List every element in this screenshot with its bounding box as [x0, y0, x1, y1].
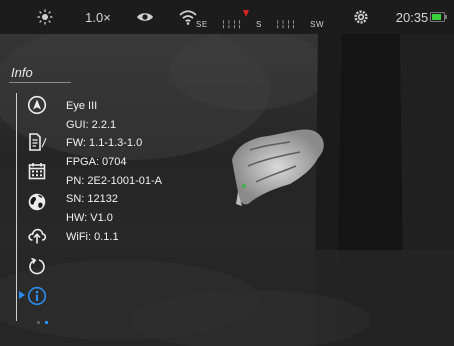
menu-item-compass[interactable] — [27, 95, 47, 115]
menu-item-calibration[interactable] — [27, 132, 47, 152]
thermal-viewfinder-screen: 1.0× SE ╎╎╎╎ S ╎╎╎╎ SW 20:35 Info Eye II… — [0, 0, 454, 346]
info-line-fpga: FPGA: 0704 — [66, 156, 127, 169]
display-mode-button[interactable] — [134, 0, 156, 34]
battery-tip — [445, 15, 447, 19]
globe-icon — [28, 193, 46, 211]
title-divider — [9, 82, 71, 83]
compass-label-sw: SW — [310, 19, 324, 29]
info-icon — [27, 286, 47, 306]
status-bar: 1.0× SE ╎╎╎╎ S ╎╎╎╎ SW 20:35 — [0, 0, 454, 34]
menu-item-info[interactable] — [27, 286, 47, 306]
info-line-part-number: PN: 2E2-1001-01-A — [66, 174, 162, 187]
menu-selection-pointer — [19, 291, 25, 299]
settings-button[interactable] — [351, 0, 371, 34]
page-indicator — [37, 321, 51, 325]
gear-icon — [354, 10, 368, 24]
device-info-list: Eye III GUI: 2.2.1 FW: 1.1-1.3-1.0 FPGA:… — [66, 97, 162, 247]
reset-icon — [29, 257, 45, 275]
compass-label-se: SE — [196, 19, 208, 29]
menu-item-update[interactable] — [27, 225, 47, 245]
compass-label-s: S — [255, 19, 262, 29]
clock-time: 20:35 — [395, 9, 429, 25]
calibration-icon — [29, 133, 47, 151]
menu-item-language[interactable] — [27, 192, 47, 212]
zoom-level[interactable]: 1.0× — [80, 0, 116, 34]
compass-icon — [27, 95, 47, 115]
compass-strip: SE ╎╎╎╎ S ╎╎╎╎ SW — [196, 10, 324, 32]
brightness-button[interactable] — [34, 0, 56, 34]
info-line-gui-version: GUI: 2.2.1 — [66, 118, 117, 131]
battery-indicator — [430, 12, 445, 22]
menu-item-reset[interactable] — [27, 256, 47, 276]
sun-icon — [37, 9, 53, 25]
menu-rail — [16, 93, 17, 321]
info-line-serial-number: SN: 12132 — [66, 193, 118, 206]
menu-item-date[interactable] — [27, 161, 47, 181]
page-dot — [37, 321, 40, 324]
info-line-model: Eye III — [66, 100, 98, 112]
compass-heading-marker — [243, 10, 249, 17]
calendar-icon — [28, 163, 46, 180]
compass-ticks: ╎╎╎╎ — [221, 19, 243, 29]
info-line-firmware: FW: 1.1-1.3-1.0 — [66, 137, 143, 150]
info-line-hardware: HW: V1.0 — [66, 212, 113, 225]
battery-level-fill — [432, 14, 442, 20]
wifi-icon — [179, 9, 197, 25]
page-dot-active — [45, 321, 48, 324]
cloud-upload-icon — [28, 228, 47, 244]
eye-icon — [137, 13, 153, 21]
page-title: Info — [11, 65, 33, 80]
info-line-wifi: WiFi: 0.1.1 — [66, 230, 119, 243]
compass-ticks: ╎╎╎╎ — [275, 19, 297, 29]
